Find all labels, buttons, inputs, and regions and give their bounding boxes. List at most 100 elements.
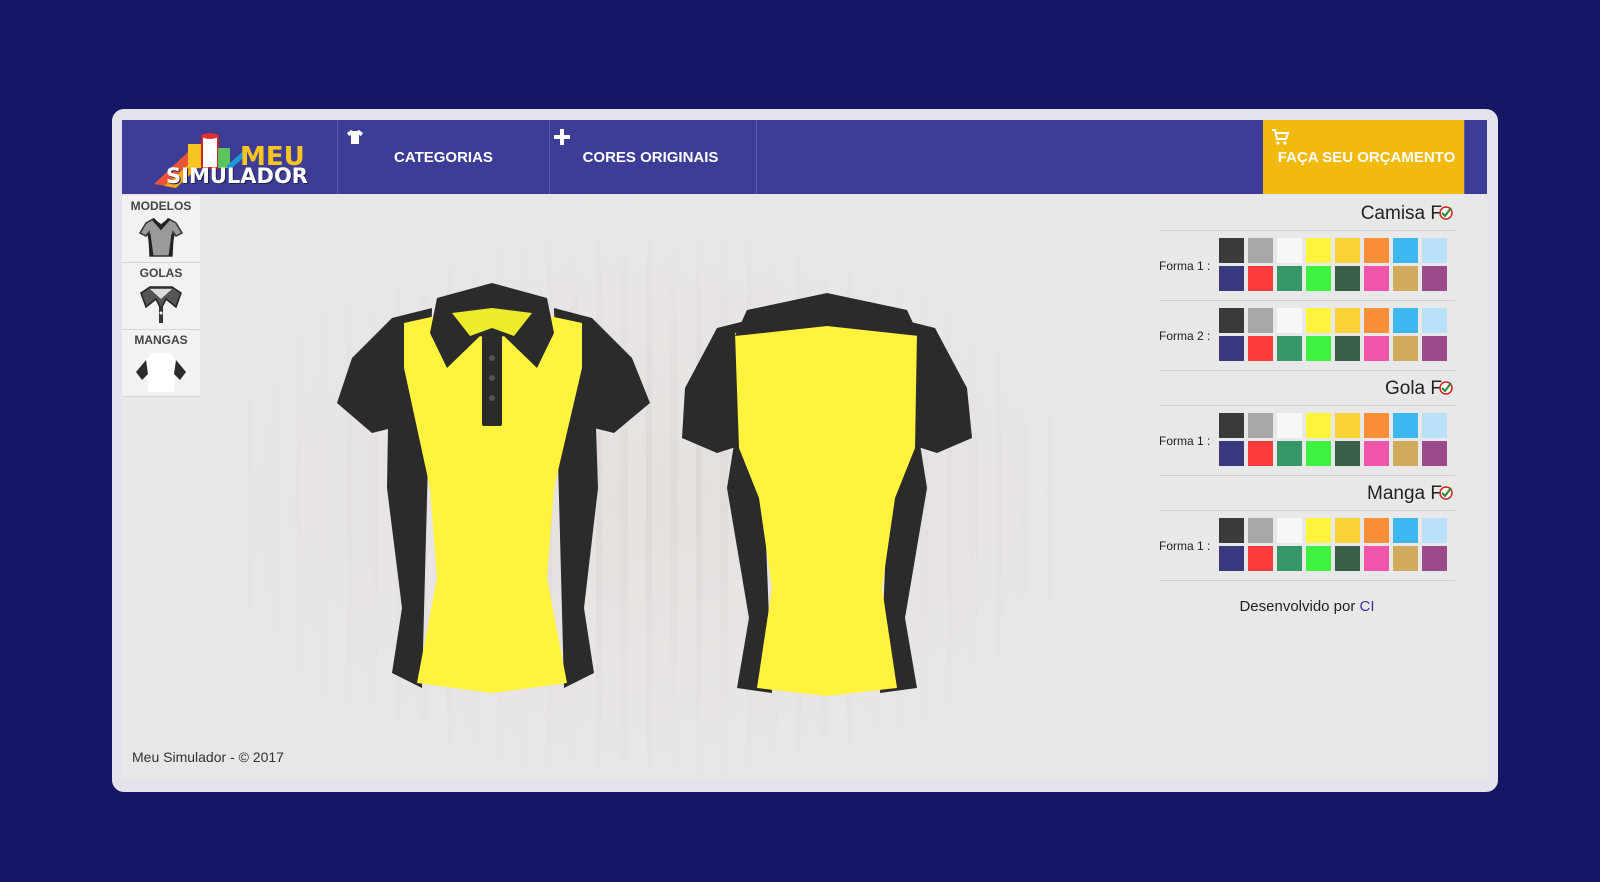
color-swatch[interactable]	[1219, 266, 1244, 291]
color-swatch[interactable]	[1393, 518, 1418, 543]
nav-categorias[interactable]: CATEGORIAS	[338, 120, 550, 194]
color-swatch[interactable]	[1422, 308, 1447, 333]
color-swatch[interactable]	[1393, 413, 1418, 438]
color-swatch[interactable]	[1393, 546, 1418, 571]
tool-golas[interactable]: GOLAS	[122, 263, 200, 330]
color-swatch[interactable]	[1335, 518, 1360, 543]
color-swatch[interactable]	[1306, 238, 1331, 263]
color-swatch[interactable]	[1277, 266, 1302, 291]
tool-modelos-label: MODELOS	[130, 199, 192, 213]
color-swatch[interactable]	[1306, 546, 1331, 571]
color-swatch[interactable]	[1335, 308, 1360, 333]
color-swatch[interactable]	[1335, 238, 1360, 263]
shirt-back[interactable]	[677, 288, 977, 698]
tool-panel: MODELOS GOLAS MANGAS	[122, 196, 200, 397]
color-swatch[interactable]	[1393, 441, 1418, 466]
color-picker-icon[interactable]	[1439, 381, 1453, 395]
color-swatch[interactable]	[1277, 546, 1302, 571]
color-swatch[interactable]	[1422, 518, 1447, 543]
logo-text-simulador: SIMULADOR	[166, 164, 308, 188]
section-camisa-title: Camisa F	[1360, 203, 1442, 224]
forma-label: Forma 1 :	[1159, 434, 1211, 448]
logo[interactable]: MEU SIMULADOR	[122, 120, 338, 194]
app-frame: MEU SIMULADOR CATEGORIAS CORES ORIGINAIS	[112, 109, 1498, 792]
color-swatch[interactable]	[1335, 336, 1360, 361]
color-swatch[interactable]	[1422, 238, 1447, 263]
credits-text: Desenvolvido por	[1239, 598, 1360, 615]
color-swatch[interactable]	[1219, 336, 1244, 361]
color-swatch[interactable]	[1277, 413, 1302, 438]
color-swatch[interactable]	[1277, 441, 1302, 466]
color-swatch[interactable]	[1248, 546, 1273, 571]
color-swatch[interactable]	[1219, 441, 1244, 466]
color-swatch[interactable]	[1248, 336, 1273, 361]
color-swatch[interactable]	[1219, 238, 1244, 263]
color-swatch[interactable]	[1335, 441, 1360, 466]
color-swatch[interactable]	[1219, 413, 1244, 438]
color-swatch[interactable]	[1248, 441, 1273, 466]
color-swatch[interactable]	[1306, 518, 1331, 543]
color-swatch[interactable]	[1364, 413, 1389, 438]
section-camisa: Camisa F	[1159, 196, 1455, 231]
color-swatch[interactable]	[1219, 518, 1244, 543]
tshirt-icon	[347, 130, 363, 144]
color-swatch[interactable]	[1219, 308, 1244, 333]
color-swatch[interactable]	[1364, 266, 1389, 291]
tool-mangas-label: MANGAS	[134, 333, 188, 347]
color-swatch[interactable]	[1364, 308, 1389, 333]
color-swatch[interactable]	[1393, 238, 1418, 263]
color-picker-icon[interactable]	[1439, 206, 1453, 220]
color-swatch[interactable]	[1335, 546, 1360, 571]
color-swatch[interactable]	[1248, 266, 1273, 291]
color-swatch[interactable]	[1364, 518, 1389, 543]
color-swatch[interactable]	[1306, 308, 1331, 333]
color-swatch[interactable]	[1422, 336, 1447, 361]
color-swatch[interactable]	[1306, 413, 1331, 438]
color-swatch[interactable]	[1277, 238, 1302, 263]
color-swatch[interactable]	[1277, 308, 1302, 333]
color-swatch[interactable]	[1306, 266, 1331, 291]
section-gola-title: Gola F	[1384, 378, 1442, 399]
color-swatch[interactable]	[1393, 336, 1418, 361]
swatch-grid	[1219, 413, 1451, 466]
color-swatch[interactable]	[1393, 308, 1418, 333]
color-swatch[interactable]	[1277, 518, 1302, 543]
color-swatch[interactable]	[1248, 518, 1273, 543]
color-picker-icon[interactable]	[1439, 486, 1453, 500]
color-swatch[interactable]	[1422, 413, 1447, 438]
color-swatch[interactable]	[1335, 266, 1360, 291]
tool-modelos[interactable]: MODELOS	[122, 196, 200, 263]
forma-label: Forma 1 :	[1159, 539, 1211, 553]
nav-faca-seu-orcamento[interactable]: FAÇA SEU ORÇAMENTO	[1263, 120, 1465, 194]
nav-cores-originais[interactable]: CORES ORIGINAIS	[545, 120, 757, 194]
forma-label: Forma 2 :	[1159, 329, 1211, 343]
shirt-front[interactable]	[332, 278, 652, 698]
credits-link[interactable]: CI	[1360, 598, 1375, 615]
color-swatch[interactable]	[1306, 336, 1331, 361]
tool-mangas[interactable]: MANGAS	[122, 330, 200, 397]
color-swatch[interactable]	[1277, 336, 1302, 361]
color-swatch[interactable]	[1364, 546, 1389, 571]
color-swatch[interactable]	[1335, 413, 1360, 438]
nav-cta-label: FAÇA SEU ORÇAMENTO	[1277, 149, 1456, 166]
color-swatch[interactable]	[1364, 441, 1389, 466]
color-swatch[interactable]	[1364, 238, 1389, 263]
color-swatch[interactable]	[1248, 413, 1273, 438]
polo-shirt-icon	[138, 218, 184, 257]
color-swatch[interactable]	[1248, 238, 1273, 263]
plus-icon	[554, 129, 570, 145]
color-swatch[interactable]	[1422, 546, 1447, 571]
color-swatch[interactable]	[1219, 546, 1244, 571]
swatch-grid	[1219, 238, 1451, 291]
color-swatch[interactable]	[1422, 266, 1447, 291]
camisa-forma-2: Forma 2 :	[1159, 301, 1455, 371]
forma-label: Forma 1 :	[1159, 259, 1211, 273]
color-swatch[interactable]	[1393, 266, 1418, 291]
color-swatch[interactable]	[1306, 441, 1331, 466]
swatch-grid	[1219, 308, 1451, 361]
color-swatch[interactable]	[1422, 441, 1447, 466]
color-swatch[interactable]	[1248, 308, 1273, 333]
color-panel: Camisa F Forma 1 : Forma 2 : Gola F Form…	[1149, 196, 1465, 626]
color-swatch[interactable]	[1364, 336, 1389, 361]
camisa-forma-1: Forma 1 :	[1159, 231, 1455, 301]
